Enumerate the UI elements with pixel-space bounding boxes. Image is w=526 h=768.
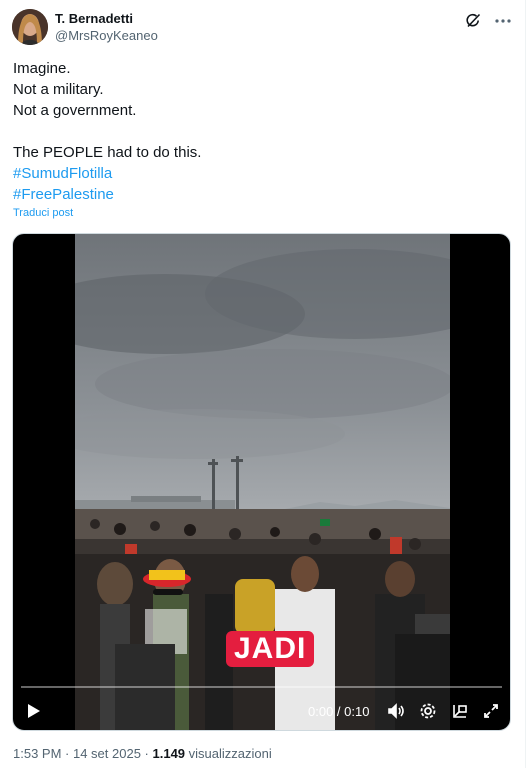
tweet-line: Not a military. [13, 81, 104, 98]
translate-post-link[interactable]: Traduci post [13, 207, 73, 219]
video-frame[interactable]: JADI [75, 234, 450, 730]
tweet-card: T. Bernadetti @MrsRoyKeaneo Imagine. Not… [0, 0, 526, 768]
meta-separator: · [61, 746, 73, 761]
video-caption: JADI [226, 631, 315, 667]
author-display-name[interactable]: T. Bernadetti [55, 10, 158, 27]
progress-bar[interactable] [21, 686, 502, 688]
tweet-text: Imagine. Not a military. Not a governmen… [13, 58, 493, 205]
settings-icon[interactable] [417, 700, 439, 722]
avatar[interactable] [12, 9, 48, 45]
hashtag-link[interactable]: #SumudFlotilla [13, 163, 493, 184]
tweet-meta: 1:53 PM · 14 set 2025 · 1.149 visualizza… [13, 746, 272, 761]
post-time[interactable]: 1:53 PM [13, 746, 61, 761]
video-time: 0:00 / 0:10 [308, 704, 370, 719]
more-icon[interactable] [493, 11, 513, 31]
tweet-line: Imagine. [13, 60, 71, 77]
fullscreen-icon[interactable] [480, 700, 502, 722]
video-player[interactable]: JADI 0:00 / 0:10 [12, 233, 511, 731]
author-handle[interactable]: @MrsRoyKeaneo [55, 27, 158, 45]
tweet-header: T. Bernadetti @MrsRoyKeaneo [12, 9, 513, 49]
post-date[interactable]: 14 set 2025 [73, 746, 141, 761]
volume-icon[interactable] [385, 700, 407, 722]
play-icon[interactable] [23, 700, 45, 722]
meta-separator: · [140, 746, 153, 761]
tweet-spacer [13, 121, 493, 142]
tweet-line: Not a government. [13, 102, 137, 119]
header-actions [463, 11, 513, 31]
video-controls: 0:00 / 0:10 [13, 696, 510, 726]
pip-icon[interactable] [449, 700, 471, 722]
grok-icon[interactable] [463, 11, 483, 31]
hashtag-link[interactable]: #FreePalestine [13, 184, 493, 205]
views-count: 1.149 [152, 746, 186, 761]
author-names: T. Bernadetti @MrsRoyKeaneo [55, 10, 158, 45]
views-label: visualizzazioni [185, 746, 272, 761]
tweet-line: The PEOPLE had to do this. [13, 144, 202, 161]
